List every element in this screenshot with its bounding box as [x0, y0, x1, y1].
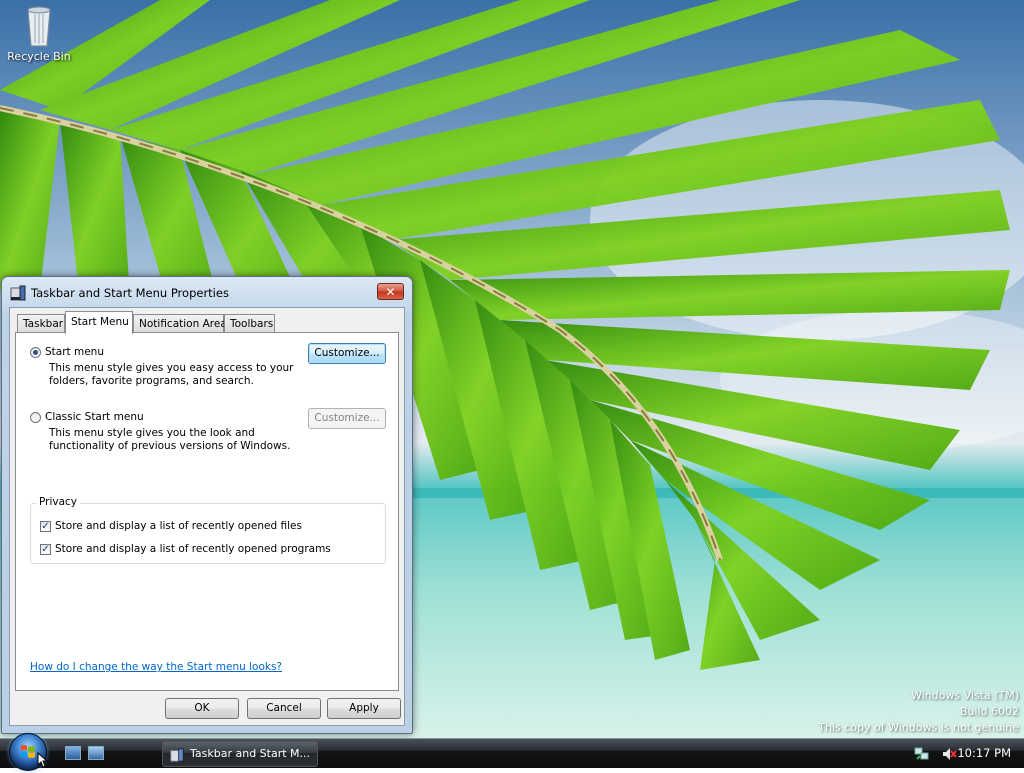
radio-button-unchecked[interactable] [30, 411, 41, 423]
clock[interactable]: 10:17 PM [957, 746, 1011, 760]
volume-muted-icon[interactable] [941, 746, 957, 762]
watermark-line: Build 6002 [959, 705, 1019, 718]
desktop-icon-label: Recycle Bin [7, 50, 71, 63]
cancel-button[interactable]: Cancel [247, 698, 321, 719]
watermark-line: Windows Vista (TM) [910, 689, 1019, 702]
switch-windows-icon[interactable] [88, 746, 104, 760]
tab-label: Notification Area [139, 318, 227, 330]
ok-button[interactable]: OK [165, 698, 239, 719]
dialog-title: Taskbar and Start Menu Properties [31, 286, 229, 300]
start-menu-description: This menu style gives you easy access to… [49, 362, 294, 387]
windows-watermark: Windows Vista (TM) Build 6002 This copy … [818, 688, 1019, 736]
taskbar-properties-dialog: Taskbar and Start Menu Properties ✕ Task… [1, 276, 413, 734]
start-menu-label: Start menu [45, 346, 104, 358]
recycle-bin-icon [22, 2, 56, 48]
tab-label: Taskbar [23, 318, 64, 330]
recent-programs-checkbox-row[interactable]: ✓ Store and display a list of recently o… [40, 543, 331, 555]
classic-customize-button[interactable]: Customize... [308, 408, 386, 429]
start-menu-tab-page: Start menu This menu style gives you eas… [15, 332, 399, 691]
mouse-cursor-icon [37, 752, 49, 768]
taskbar-button-label: Taskbar and Start M... [190, 747, 311, 760]
dialog-client: Taskbar Start Menu Notification Area Too… [9, 307, 405, 726]
help-link[interactable]: How do I change the way the Start menu l… [30, 661, 282, 673]
apply-button[interactable]: Apply [327, 698, 401, 719]
close-button[interactable]: ✕ [377, 283, 404, 300]
tab-toolbars[interactable]: Toolbars [224, 314, 275, 333]
privacy-group-label: Privacy [36, 496, 81, 508]
start-menu-customize-button[interactable]: Customize... [308, 343, 386, 364]
recent-files-label: Store and display a list of recently ope… [55, 520, 302, 532]
checkbox-checked[interactable]: ✓ [40, 543, 51, 555]
start-menu-radio[interactable]: Start menu [30, 346, 104, 358]
tab-start-menu[interactable]: Start Menu [65, 311, 133, 334]
classic-start-menu-label: Classic Start menu [45, 411, 144, 423]
taskbar-properties-icon [170, 747, 184, 762]
notification-area: 10:17 PM [904, 740, 1024, 768]
taskbar-properties-icon [10, 285, 26, 301]
tab-taskbar[interactable]: Taskbar [17, 314, 65, 333]
classic-start-menu-description: This menu style gives you the look and f… [49, 427, 291, 452]
watermark-line: This copy of Windows is not genuine [818, 721, 1019, 734]
dialog-titlebar[interactable]: Taskbar and Start Menu Properties ✕ [2, 277, 412, 307]
show-desktop-icon[interactable] [65, 746, 81, 760]
checkbox-checked[interactable]: ✓ [40, 520, 51, 532]
tab-label: Toolbars [230, 318, 274, 330]
taskbar-button-properties[interactable]: Taskbar and Start M... [162, 741, 318, 767]
tab-label: Start Menu [71, 316, 129, 328]
network-icon[interactable] [914, 746, 930, 762]
recent-files-checkbox-row[interactable]: ✓ Store and display a list of recently o… [40, 520, 302, 532]
close-icon: ✕ [385, 285, 396, 299]
radio-button-checked[interactable] [30, 346, 41, 358]
classic-start-menu-radio[interactable]: Classic Start menu [30, 411, 144, 423]
taskbar: Taskbar and Start M... 10:17 PM [0, 733, 1024, 771]
privacy-group: Privacy ✓ Store and display a list of re… [30, 496, 386, 564]
tab-notification-area[interactable]: Notification Area [133, 314, 227, 333]
desktop-icon-recycle-bin[interactable]: Recycle Bin [4, 2, 74, 63]
recent-programs-label: Store and display a list of recently ope… [55, 543, 331, 555]
